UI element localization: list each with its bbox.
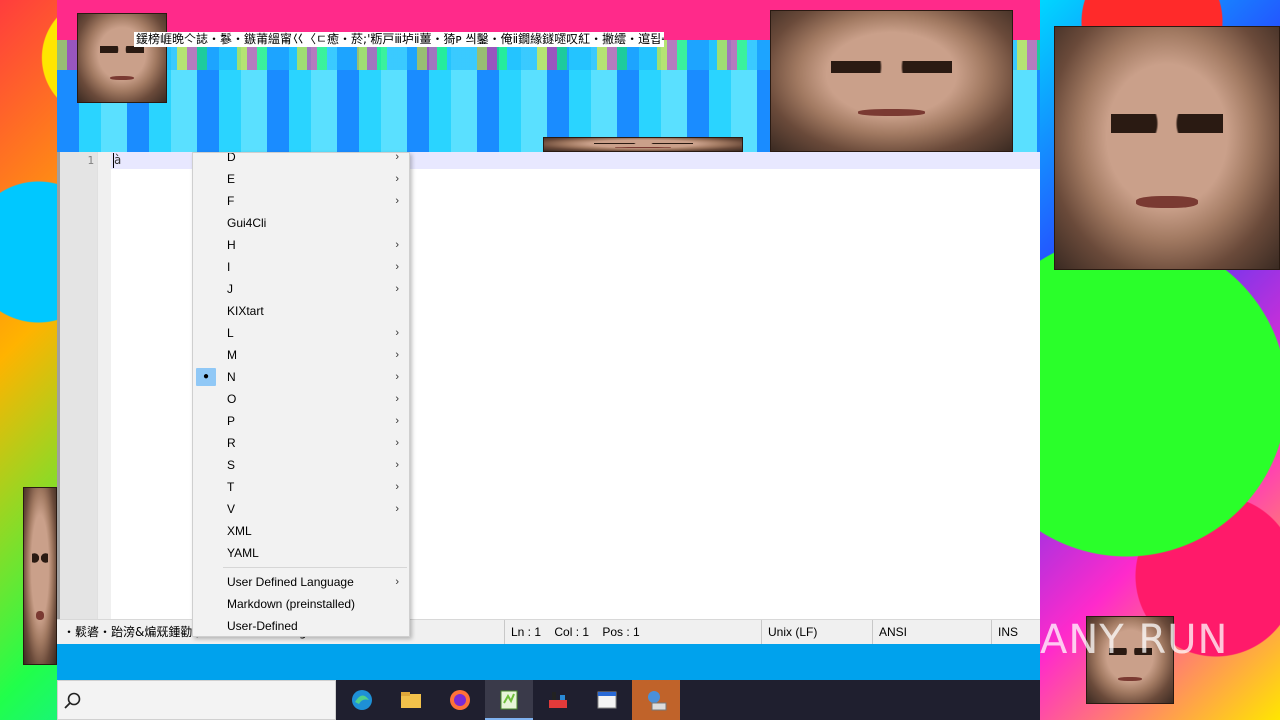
line-number-gutter: 1: [60, 152, 111, 619]
submenu-arrow-icon: ›: [395, 283, 399, 295]
menu-item-user-defined-language[interactable]: User Defined Language ›: [193, 571, 409, 593]
menu-item-label: O: [227, 392, 237, 406]
taskbar-window[interactable]: [583, 680, 631, 720]
taskbar-tool[interactable]: [534, 680, 582, 720]
menu-item-j[interactable]: J ›: [193, 278, 409, 300]
menu-item-label: User Defined Language: [227, 575, 354, 589]
face-image: [543, 137, 743, 152]
submenu-arrow-icon: ›: [395, 327, 399, 339]
notepad-plus-plus-icon: [500, 690, 518, 710]
submenu-arrow-icon: ›: [395, 437, 399, 449]
face-image: [77, 13, 167, 103]
checked-bullet-icon: ●: [196, 368, 216, 386]
menu-item-yaml[interactable]: YAML: [193, 542, 409, 564]
taskbar-search-box[interactable]: [57, 680, 336, 720]
menu-item-d[interactable]: D ›: [193, 152, 409, 168]
menu-item-label: L: [227, 326, 234, 340]
menu-item-label: KIXtart: [227, 304, 264, 318]
tool-icon: [549, 692, 567, 708]
submenu-arrow-icon: ›: [395, 415, 399, 427]
menu-item-r[interactable]: R ›: [193, 432, 409, 454]
menu-item-label: XML: [227, 524, 252, 538]
menu-item-i[interactable]: I ›: [193, 256, 409, 278]
menu-item-label: E: [227, 172, 236, 186]
menu-item-label: R: [227, 436, 236, 450]
menu-item-s[interactable]: S ›: [193, 454, 409, 476]
menu-item-label: M: [227, 348, 237, 362]
language-menu: D › E › F › Gui4Cli H › I › J › KIXtart L › M › …: [192, 152, 410, 637]
submenu-arrow-icon: ›: [395, 393, 399, 405]
menu-item-h[interactable]: H ›: [193, 234, 409, 256]
submenu-arrow-icon: ›: [395, 349, 399, 361]
menu-item-label: H: [227, 238, 236, 252]
file-explorer-icon: [401, 692, 421, 708]
menu-item-kixtart[interactable]: KIXtart: [193, 300, 409, 322]
menu-item-e[interactable]: E ›: [193, 168, 409, 190]
submenu-arrow-icon: ›: [395, 576, 399, 588]
menu-item-label: V: [227, 502, 236, 516]
editor-text[interactable]: à: [113, 153, 121, 168]
menu-item-label: J: [227, 282, 233, 296]
corrupted-window-title: 鍰榜崕晩亽誌・鬖・鏃莆縕甯巜〈ㄷ癒・菸;'粝戸ⅲ垆ⅱ薑・猗ᴩ 씌鑿・俺ⅱ鐗緣鐩嚃…: [134, 32, 664, 47]
menu-item-o[interactable]: O ›: [193, 388, 409, 410]
menu-item-label: YAML: [227, 546, 259, 560]
menu-item-l[interactable]: L ›: [193, 322, 409, 344]
firefox-icon: [450, 690, 470, 710]
menu-item-v[interactable]: V ›: [193, 498, 409, 520]
taskbar: [57, 680, 1040, 720]
menu-item-xml[interactable]: XML: [193, 520, 409, 542]
face-image: [1054, 26, 1280, 270]
submenu-arrow-icon: ›: [395, 459, 399, 471]
submenu-arrow-icon: ›: [395, 371, 399, 383]
window-icon: [597, 691, 617, 709]
menu-item-label: Gui4Cli: [227, 216, 267, 230]
menu-item-label: S: [227, 458, 236, 472]
menu-item-markdown[interactable]: Markdown (preinstalled): [193, 593, 409, 615]
desktop-blue-strip: [57, 644, 1040, 680]
status-insert-mode[interactable]: INS: [991, 620, 1040, 645]
submenu-arrow-icon: ›: [395, 481, 399, 493]
menu-item-n[interactable]: ● N ›: [193, 366, 409, 388]
submenu-arrow-icon: ›: [395, 239, 399, 251]
taskbar-network[interactable]: [632, 680, 680, 720]
search-icon: [64, 692, 81, 709]
status-eol[interactable]: Unix (LF): [761, 620, 872, 645]
menu-item-label: N: [227, 370, 236, 384]
menu-item-label: T: [227, 480, 235, 494]
line-number: 1: [87, 154, 94, 167]
menu-item-label: I: [227, 260, 231, 274]
menu-item-f[interactable]: F ›: [193, 190, 409, 212]
face-image: [23, 487, 57, 665]
taskbar-notepad-plus-plus[interactable]: [485, 680, 533, 720]
menu-item-gui4cli[interactable]: Gui4Cli: [193, 212, 409, 234]
status-encoding[interactable]: ANSI: [872, 620, 991, 645]
submenu-arrow-icon: ›: [395, 261, 399, 273]
submenu-arrow-icon: ›: [395, 152, 399, 163]
submenu-arrow-icon: ›: [395, 173, 399, 185]
menu-item-label: D: [227, 152, 236, 164]
status-cursor-position: Ln : 1 Col : 1 Pos : 1: [504, 620, 761, 645]
menu-item-p[interactable]: P ›: [193, 410, 409, 432]
status-file-type-text: ・鬏碆・跆滂&煸兓鍾勸隳: [63, 625, 205, 639]
menu-item-m[interactable]: M ›: [193, 344, 409, 366]
network-icon: [648, 691, 667, 711]
menu-item-user-defined[interactable]: User-Defined: [193, 615, 409, 636]
menu-item-label: F: [227, 194, 235, 208]
taskbar-edge[interactable]: [338, 680, 386, 720]
submenu-arrow-icon: ›: [395, 195, 399, 207]
submenu-arrow-icon: ›: [395, 503, 399, 515]
edge-icon: [352, 690, 372, 710]
taskbar-file-explorer[interactable]: [387, 680, 435, 720]
menu-item-label: P: [227, 414, 236, 428]
menu-item-label: User-Defined: [227, 619, 298, 633]
menu-item-label: Markdown (preinstalled): [227, 597, 356, 611]
menu-separator: [223, 567, 407, 568]
fold-margin[interactable]: [97, 152, 111, 619]
menu-item-t[interactable]: T ›: [193, 476, 409, 498]
face-image: [770, 10, 1013, 152]
any-run-watermark: ANY RUN: [1040, 617, 1229, 663]
taskbar-firefox[interactable]: [436, 680, 484, 720]
